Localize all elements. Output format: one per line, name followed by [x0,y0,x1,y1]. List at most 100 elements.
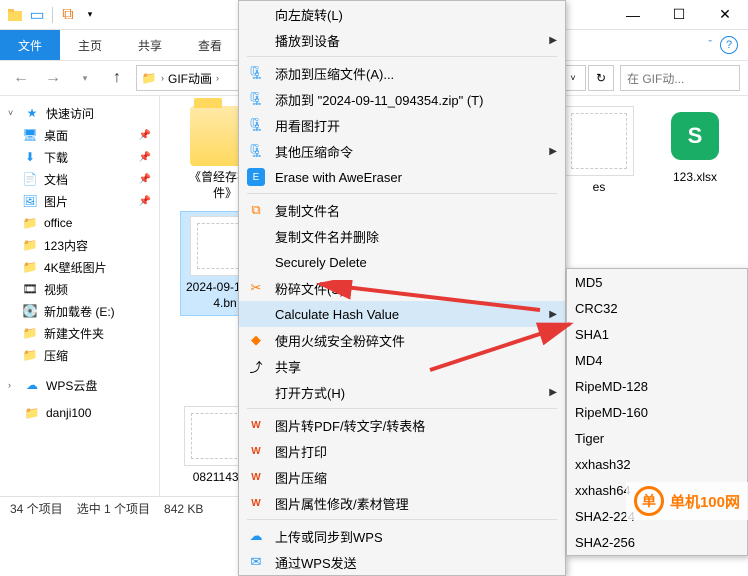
ctx-hash-xxhash32[interactable]: xxhash32 [567,451,747,477]
ctx-pic-compress[interactable]: W图片压缩 [239,464,565,490]
ctx-add-to-zip[interactable]: 🗜添加到 "2024-09-11_094354.zip" (T) [239,86,565,112]
watermark-text: 单机100网 [670,491,740,512]
sidebar-item-4k[interactable]: 📁4K壁纸图片 [0,256,159,278]
copy-icon: ⧉ [247,201,265,219]
sidebar-wps-cloud[interactable]: ›☁WPS云盘 [0,374,159,396]
file-label: 123.xlsx [673,170,717,186]
ctx-hash-sha256[interactable]: SHA2-256 [567,529,747,555]
ctx-calculate-hash[interactable]: Calculate Hash Value▶ [239,301,565,327]
refresh-button[interactable]: ↻ [588,65,614,91]
sidebar-item-office[interactable]: 📁office [0,212,159,234]
ctx-hash-ripemd128[interactable]: RipeMD-128 [567,373,747,399]
wps-icon: W [247,494,265,512]
ctx-rotate-left[interactable]: 向左旋转(L) [239,1,565,27]
status-size: 842 KB [164,502,203,516]
sidebar-item-desktop[interactable]: 🖥桌面📌 [0,124,159,146]
download-icon: ⬇ [22,149,38,165]
qat-copy-icon[interactable]: ⧉ [59,6,77,24]
folder-icon: 📁 [22,215,38,231]
sidebar-item-pictures[interactable]: 🖼图片📌 [0,190,159,212]
ctx-other-archive[interactable]: 🗜其他压缩命令▶ [239,138,565,164]
ctx-open-with[interactable]: 打开方式(H)▶ [239,379,565,405]
nav-back-button[interactable]: ← [8,65,34,91]
ctx-securely-delete[interactable]: Securely Delete [239,249,565,275]
tab-share[interactable]: 共享 [120,30,180,60]
search-input[interactable]: 在 GIF动... [620,65,740,91]
tab-home[interactable]: 主页 [60,30,120,60]
ctx-hash-sha1[interactable]: SHA1 [567,321,747,347]
nav-up-button[interactable]: ↑ [104,65,130,91]
nav-sidebar: ˅★快速访问 🖥桌面📌 ⬇下载📌 📄文档📌 🖼图片📌 📁office 📁123内… [0,96,160,496]
watermark: 单 单机100网 [626,482,748,520]
sidebar-item-documents[interactable]: 📄文档📌 [0,168,159,190]
ctx-pic-to-pdf[interactable]: W图片转PDF/转文字/转表格 [239,412,565,438]
ctx-pic-print[interactable]: W图片打印 [239,438,565,464]
ctx-hash-crc32[interactable]: CRC32 [567,295,747,321]
sidebar-item-123[interactable]: 📁123内容 [0,234,159,256]
folder-icon: 📁 [22,325,38,341]
ctx-hash-md5[interactable]: MD5 [567,269,747,295]
wps-icon: W [247,468,265,486]
send-icon: ✉ [247,553,265,571]
archive-icon: 🗜 [247,90,265,108]
ctx-copy-delete[interactable]: 复制文件名并删除 [239,223,565,249]
folder-icon: 📁 [22,347,38,363]
chevron-right-icon: ▶ [549,387,557,398]
pin-icon: 📌 [139,152,151,163]
ctx-cast-to-device[interactable]: 播放到设备▶ [239,27,565,53]
cloud-icon: ☁ [24,377,40,393]
ctx-copy-filename[interactable]: ⧉复制文件名 [239,197,565,223]
cloud-upload-icon: ☁ [247,527,265,545]
ctx-hash-ripemd160[interactable]: RipeMD-160 [567,399,747,425]
minimize-button[interactable]: — [610,0,656,30]
pin-icon: 📌 [139,130,151,141]
folder-icon: 📁 [24,405,40,421]
sidebar-item-compress[interactable]: 📁压缩 [0,344,159,366]
file-label: es [593,180,606,196]
ctx-erase-aweeraser[interactable]: EErase with AweEraser [239,164,565,190]
ctx-open-with-viewer[interactable]: 🗜用看图打开 [239,112,565,138]
address-segment[interactable]: GIF动画 [168,70,212,87]
ctx-hash-tiger[interactable]: Tiger [567,425,747,451]
nav-recent-dropdown[interactable]: ▾ [72,65,98,91]
xlsx-thumb-icon: S [665,106,725,166]
ctx-hash-md4[interactable]: MD4 [567,347,747,373]
folder-app-icon [6,6,24,24]
ctx-pic-attributes[interactable]: W图片属性修改/素材管理 [239,490,565,516]
qat-dropdown-icon[interactable]: ▾ [81,6,99,24]
context-menu-main: 向左旋转(L) 播放到设备▶ 🗜添加到压缩文件(A)... 🗜添加到 "2024… [238,0,566,576]
ctx-send-wps[interactable]: ✉通过WPS发送 [239,549,565,575]
qat-properties-icon[interactable]: ▭ [28,6,46,24]
sidebar-item-newfolder[interactable]: 📁新建文件夹 [0,322,159,344]
folder-icon: 📁 [22,259,38,275]
tab-file[interactable]: 文件 [0,30,60,60]
drive-icon: 💽 [22,303,38,319]
desktop-icon: 🖥 [22,127,38,143]
ctx-shred-file[interactable]: ✂粉碎文件(S) [239,275,565,301]
file-item[interactable]: es [554,106,644,196]
ctx-upload-wps[interactable]: ☁上传或同步到WPS [239,523,565,549]
sidebar-danji100[interactable]: 📁danji100 [0,402,159,424]
sidebar-item-downloads[interactable]: ⬇下载📌 [0,146,159,168]
ctx-share[interactable]: ⤴共享 [239,353,565,379]
maximize-button[interactable]: ☐ [656,0,702,30]
sidebar-quick-access[interactable]: ˅★快速访问 [0,102,159,124]
huorong-icon: ◆ [247,331,265,349]
watermark-badge-icon: 单 [634,486,664,516]
tab-view[interactable]: 查看 [180,30,240,60]
file-item-xlsx[interactable]: S 123.xlsx [650,106,740,186]
close-button[interactable]: ✕ [702,0,748,30]
sidebar-item-volume-e[interactable]: 💽新加载卷 (E:) [0,300,159,322]
pin-icon: 📌 [139,174,151,185]
help-icon[interactable]: ? [720,36,738,54]
chevron-right-icon: ▶ [549,146,557,157]
folder-icon: 📁 [22,237,38,253]
folder-icon: 📁 [141,70,157,86]
archive-icon: 🗜 [247,142,265,160]
chevron-right-icon: ▶ [549,35,557,46]
wps-icon: W [247,442,265,460]
ctx-huorong-shred[interactable]: ◆使用火绒安全粉碎文件 [239,327,565,353]
sidebar-item-videos[interactable]: 🎞视频 [0,278,159,300]
ribbon-expand-icon[interactable]: ˇ [708,39,712,51]
ctx-add-to-archive[interactable]: 🗜添加到压缩文件(A)... [239,60,565,86]
